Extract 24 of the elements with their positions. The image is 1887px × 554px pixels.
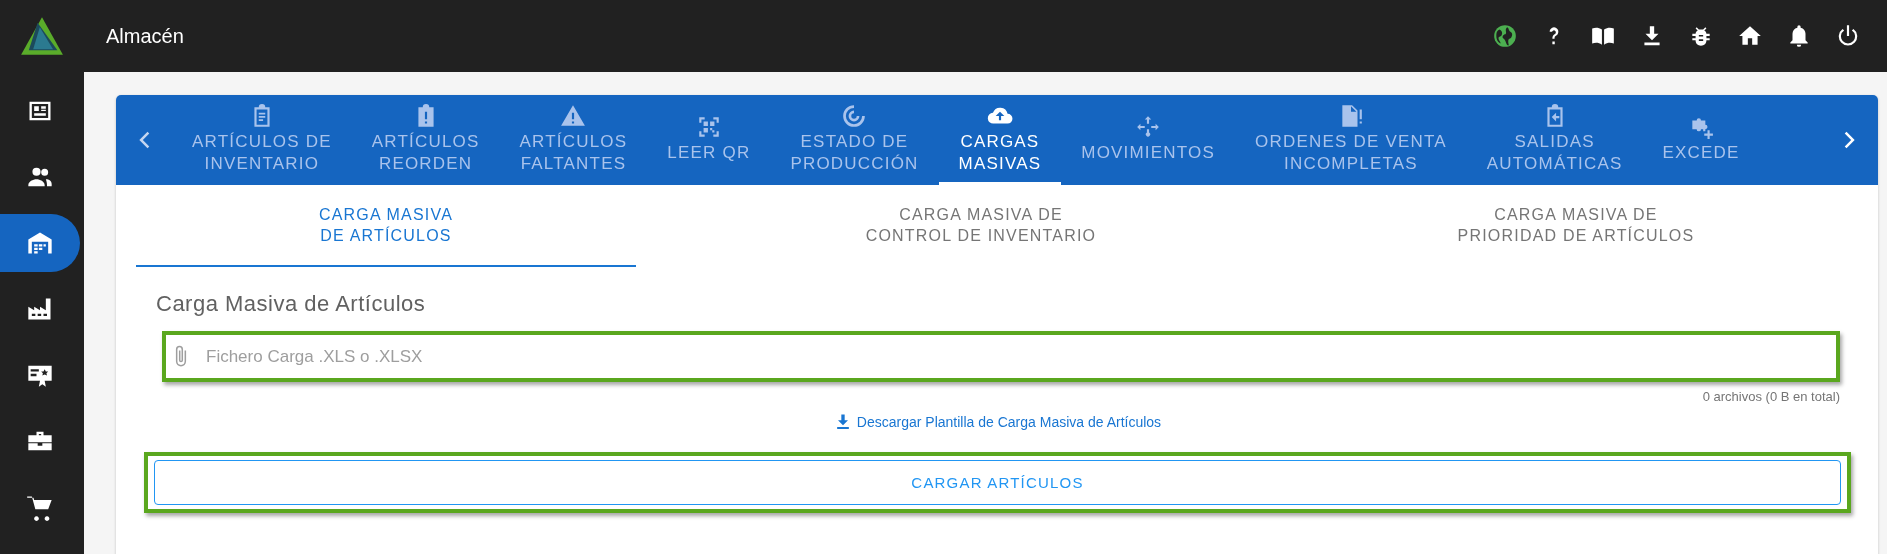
file-field[interactable]: Fichero Carga .XLS o .XLSX: [206, 335, 1836, 378]
subtab[interactable]: CARGA MASIVA DE PRIORIDAD DE ARTÍCULOS: [1326, 185, 1826, 267]
globe-icon[interactable]: [1492, 23, 1518, 49]
target-icon: [841, 102, 868, 129]
tab[interactable]: CARGAS MASIVAS: [938, 95, 1062, 185]
tab[interactable]: SALIDAS AUTOMÁTICAS: [1466, 95, 1643, 185]
section-title: Carga Masiva de Artículos: [156, 291, 427, 317]
file-count: 0 archivos (0 B en total): [1702, 389, 1840, 404]
tab[interactable]: LEER QR: [647, 95, 771, 185]
tab[interactable]: ARTÍCULOS DE INVENTARIO: [172, 95, 352, 185]
logo-icon[interactable]: [20, 16, 64, 56]
tab[interactable]: ARTÍCULOS FALTANTES: [499, 95, 648, 185]
subtab[interactable]: CARGA MASIVA DE CONTROL DE INVENTARIO: [636, 185, 1326, 267]
upload-button[interactable]: CARGAR ARTÍCULOS: [154, 460, 1841, 505]
sidebar-item[interactable]: [0, 214, 80, 272]
subtab[interactable]: CARGA MASIVA DE ARTÍCULOS: [136, 185, 636, 267]
tab[interactable]: MOVIMIENTOS: [1061, 95, 1236, 185]
app-title: Almacén: [106, 24, 184, 48]
tab[interactable]: ESTADO DE PRODUCCIÓN: [770, 95, 939, 185]
tab[interactable]: EXCEDE: [1642, 95, 1760, 185]
tab[interactable]: ARTÍCULOS REORDEN: [351, 95, 500, 185]
download-link[interactable]: Descargar Plantilla de Carga Masiva de Artículos: [832, 412, 1162, 432]
tab[interactable]: ORDENES DE VENTA INCOMPLETAS: [1235, 95, 1467, 185]
file-upload-field[interactable]: Fichero Carga .XLS o .XLSX: [162, 331, 1840, 382]
